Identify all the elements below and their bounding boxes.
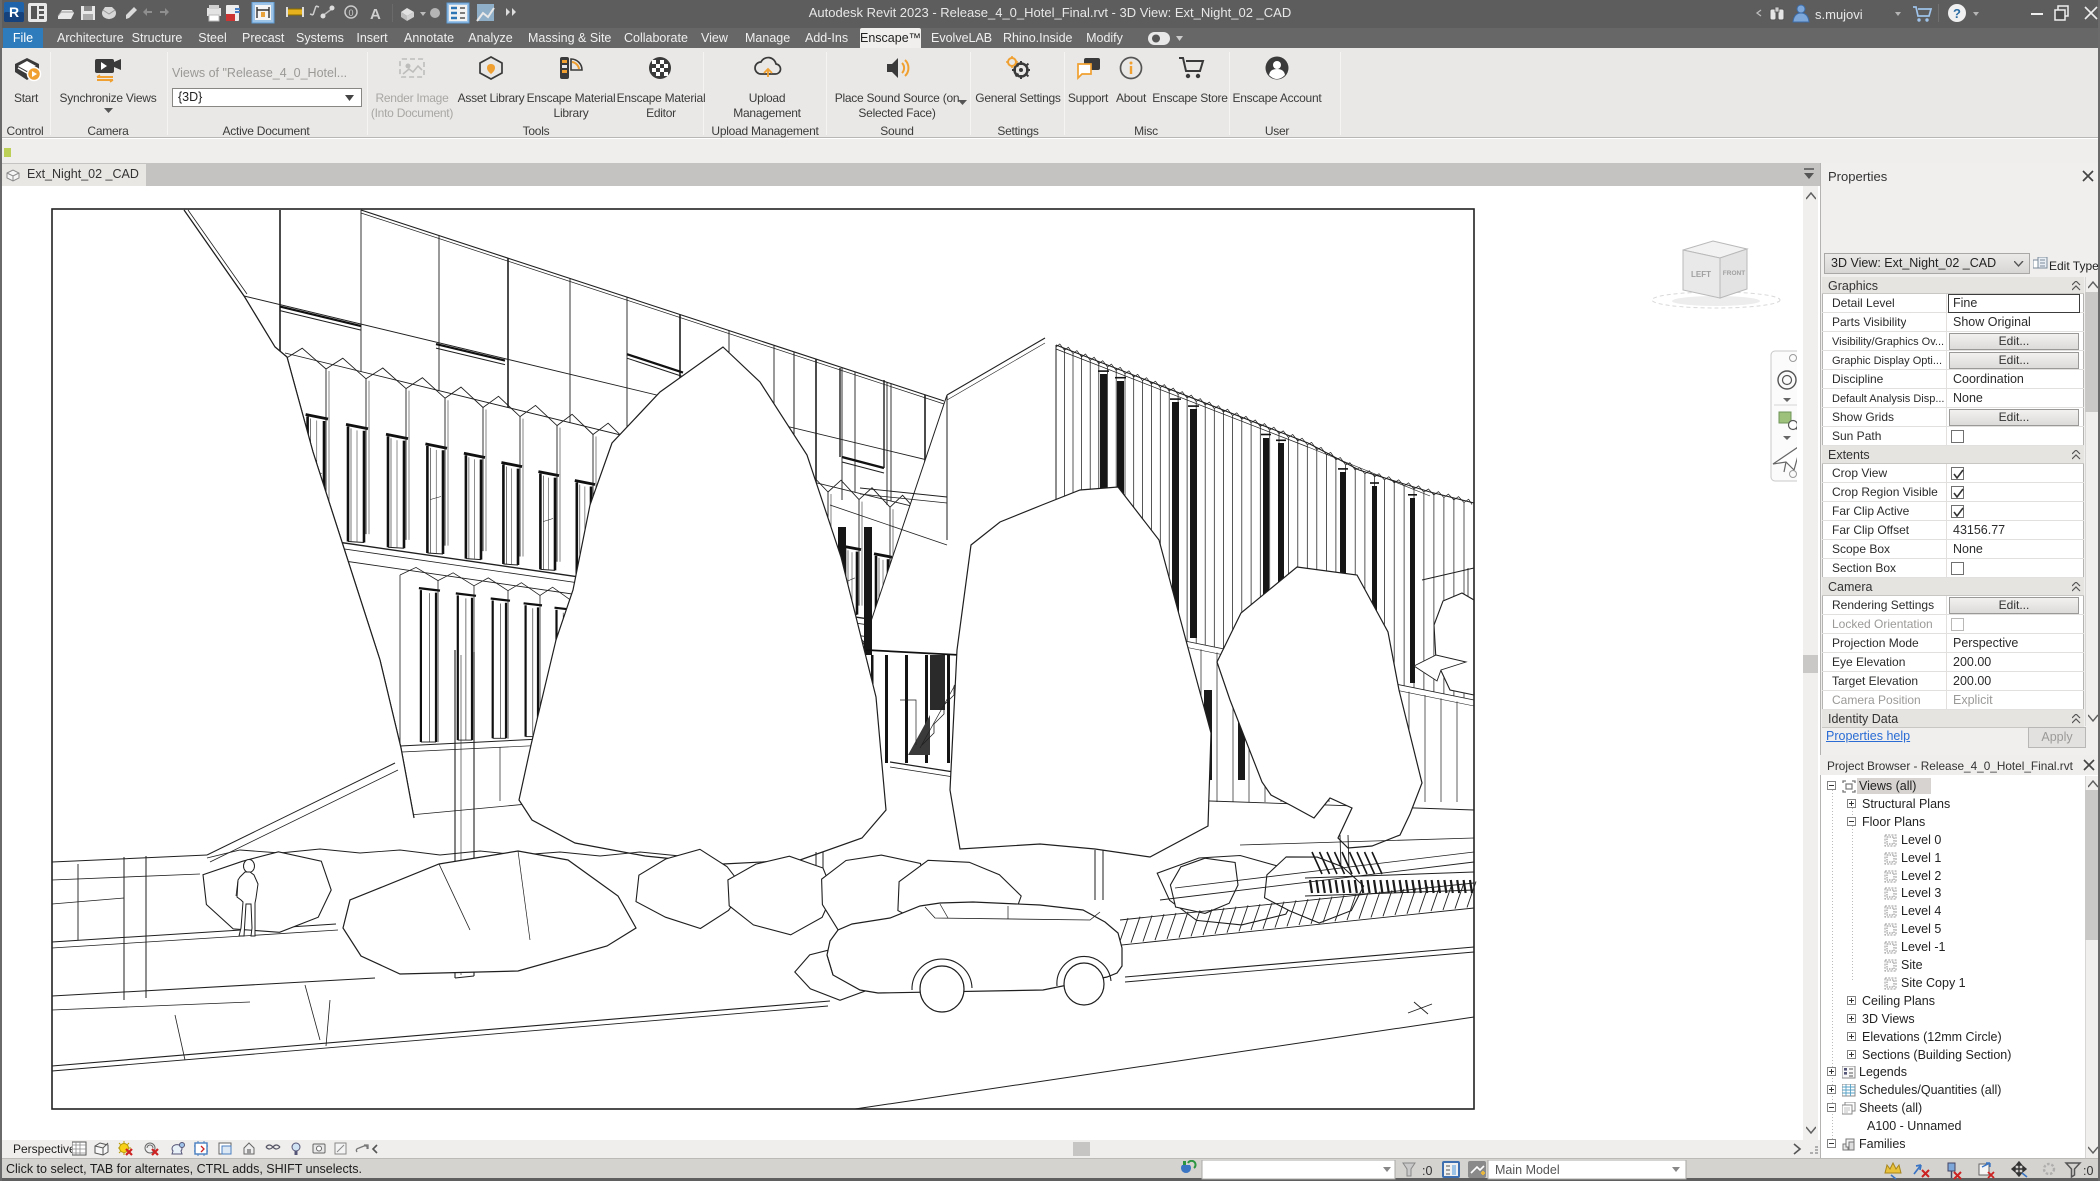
svg-text:s.mujovi: s.mujovi [1815,7,1863,22]
svg-text::0: :0 [2083,1164,2093,1178]
svg-text::0: :0 [1422,1164,1432,1178]
svg-text:?: ? [1953,6,1961,21]
svg-text:FRONT: FRONT [1723,270,1745,277]
svg-text:Main Model: Main Model [1495,1163,1560,1177]
svg-text:LEFT: LEFT [1691,270,1711,279]
